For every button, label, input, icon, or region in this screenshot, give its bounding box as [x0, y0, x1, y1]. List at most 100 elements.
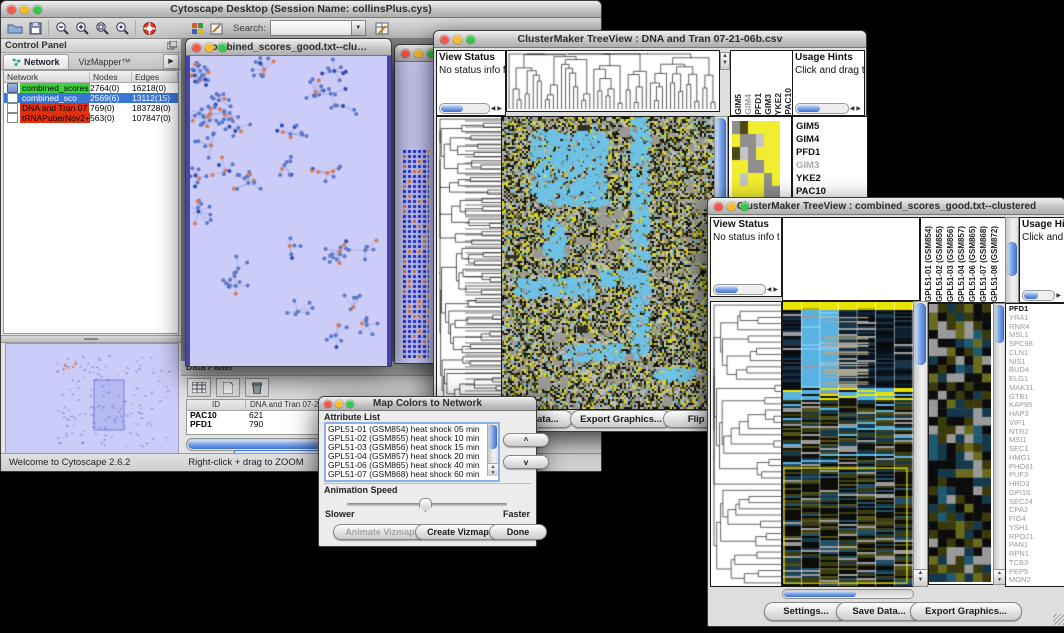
column-label[interactable]: YKE2 [773, 93, 783, 115]
gene-label[interactable]: SEC24 [1009, 498, 1064, 507]
scroll-left-icon[interactable]: ◀ [490, 105, 497, 112]
network-table-header[interactable]: Network Nodes Edges [4, 71, 178, 83]
minimize-button[interactable] [414, 49, 423, 58]
animation-speed-slider[interactable] [347, 503, 507, 506]
gene-label[interactable]: KAP95 [1009, 401, 1064, 410]
attribute-select-icon[interactable] [187, 378, 211, 397]
column-label[interactable]: PFD1 [753, 93, 763, 115]
scroll-right-icon[interactable]: ▶ [1055, 292, 1062, 299]
tv2-export-graphics-button[interactable]: Export Graphics... [910, 602, 1022, 621]
array-column-label[interactable]: GPL51-03 (GSM856) [945, 226, 956, 302]
tv1-row-dendrogram-panel[interactable] [436, 116, 503, 410]
zoom-out-icon[interactable] [52, 19, 72, 37]
gene-row-label[interactable]: GIM5 [796, 120, 867, 133]
tv1-heatmap-panel[interactable] [501, 116, 715, 410]
tv1-export-graphics-button[interactable]: Export Graphics... [570, 410, 672, 428]
grid-network-canvas[interactable] [403, 150, 429, 358]
array-column-label[interactable]: GPL51-02 (GSM855) [934, 226, 945, 302]
gene-label[interactable]: NTR2 [1009, 428, 1064, 437]
array-column-label[interactable]: GPL51-08 (GSM872) [989, 226, 1000, 302]
scroll-right-icon[interactable]: ▶ [496, 105, 503, 112]
gene-label[interactable]: HAP3 [1009, 410, 1064, 419]
gene-label[interactable]: HRD3 [1009, 480, 1064, 489]
header-nodes[interactable]: Nodes [90, 72, 132, 82]
close-button[interactable] [7, 5, 16, 14]
zoom-button[interactable] [33, 5, 42, 14]
usage-hints-scrollbar[interactable]: ▶ [1022, 291, 1062, 300]
vizmapper-icon[interactable] [187, 19, 207, 37]
gene-row-label[interactable]: GIM3 [796, 159, 867, 172]
scroll-thumb[interactable] [716, 118, 726, 206]
annotation-icon[interactable] [207, 19, 227, 37]
tv2-hscrollbar[interactable] [782, 589, 914, 599]
tv2-zoom-heatmap-panel[interactable] [928, 303, 994, 585]
view-status-scrollbar[interactable]: ◀▶ [713, 285, 779, 294]
dialog-titlebar[interactable]: Map Colors to Network [319, 397, 536, 411]
overview-canvas[interactable] [6, 344, 176, 452]
gene-label[interactable]: FIG4 [1009, 515, 1064, 524]
help-lifesaver-icon[interactable] [139, 19, 159, 37]
scroll-arrows[interactable]: ▲▼ [914, 569, 927, 586]
network-table-row[interactable]: DNA and Tran 07 769(0) 183728(0) [4, 103, 178, 113]
slider-thumb[interactable] [419, 498, 432, 512]
scroll-thumb[interactable] [784, 591, 856, 597]
scroll-arrows[interactable]: ▲▼ [488, 463, 498, 476]
gene-label[interactable]: HMG1 [1009, 454, 1064, 463]
tab-network[interactable]: Network [3, 54, 69, 69]
close-button[interactable] [324, 400, 332, 408]
attribute-item[interactable]: GPL51-07 (GSM868) heat shock 60 min [326, 470, 498, 479]
minimize-button[interactable] [727, 202, 736, 211]
header-network[interactable]: Network [4, 72, 90, 82]
column-label[interactable]: GIM3 [763, 94, 773, 115]
scroll-right-icon[interactable]: ▶ [772, 286, 779, 293]
scroll-thumb[interactable] [1007, 242, 1017, 276]
float-panel-icon[interactable] [167, 37, 177, 55]
close-button[interactable] [714, 202, 723, 211]
array-column-label[interactable]: GPL51-04 (GSM857) [956, 226, 967, 302]
view-status-scrollbar[interactable]: ◀▶ [439, 104, 503, 113]
scroll-right-icon[interactable]: ▶ [855, 105, 862, 112]
gene-row-label[interactable]: YKE2 [796, 172, 867, 185]
header-edges[interactable]: Edges [132, 72, 178, 82]
tv2-zoom-heatmap-canvas[interactable] [929, 304, 991, 582]
gene-row-label[interactable]: GIM4 [796, 133, 867, 146]
array-column-label[interactable]: GPL51-06 (GSM865) [967, 226, 978, 302]
minimize-button[interactable] [335, 400, 343, 408]
gene-label[interactable]: YSH1 [1009, 524, 1064, 533]
network-overview-panel[interactable] [5, 343, 179, 455]
zoom-button[interactable] [346, 400, 354, 408]
scroll-left-icon[interactable]: ◀ [766, 286, 773, 293]
gene-label[interactable]: SPC98 [1009, 340, 1064, 349]
tv2-col-labels-scrollbar[interactable] [1005, 217, 1019, 303]
gene-label[interactable]: SEC1 [1009, 445, 1064, 454]
tv2-row-dendrogram-panel[interactable] [710, 301, 782, 587]
column-label[interactable]: GIM5 [733, 94, 743, 115]
network-table-row[interactable]: combined_scores 2764(0) 16218(0) [4, 83, 178, 93]
gene-label[interactable]: CPA2 [1009, 506, 1064, 515]
done-button[interactable]: Done [489, 524, 547, 540]
gene-label[interactable]: PUF3 [1009, 471, 1064, 480]
zoom-fit-icon[interactable] [92, 19, 112, 37]
gene-label[interactable]: PAN1 [1009, 541, 1064, 550]
scroll-arrows[interactable]: ▲▼ [994, 569, 1005, 584]
scroll-left-icon[interactable]: ◀ [849, 105, 856, 112]
treeview2-titlebar[interactable]: ClusterMaker TreeView : combined_scores_… [708, 198, 1064, 215]
tv1-heatmap-canvas[interactable] [502, 117, 714, 409]
scroll-thumb[interactable] [915, 303, 926, 365]
save-icon[interactable] [25, 19, 45, 37]
close-button[interactable] [401, 49, 410, 58]
tv2-column-dendrogram-panel[interactable] [782, 217, 920, 301]
search-dropdown-arrow-icon[interactable]: ▼ [352, 20, 366, 36]
gene-label[interactable]: MSL1 [1009, 331, 1064, 340]
tv2-heatmap-canvas[interactable] [783, 302, 913, 586]
attribute-list-scrollbar[interactable]: ▲▼ [487, 424, 498, 476]
resize-grip[interactable] [1053, 614, 1064, 625]
gene-label[interactable]: MON2 [1009, 576, 1064, 585]
tv2-heatmap-panel[interactable] [782, 301, 914, 587]
tv1-row-dendrogram-canvas[interactable] [437, 117, 502, 409]
attribute-list[interactable]: GPL51-01 (GSM854) heat shock 05 minGPL51… [324, 422, 500, 482]
new-attribute-icon[interactable] [216, 378, 240, 397]
attr-header-id[interactable]: ID [187, 400, 246, 410]
gene-label[interactable]: VIP1 [1009, 419, 1064, 428]
gene-label[interactable]: MAK31 [1009, 384, 1064, 393]
